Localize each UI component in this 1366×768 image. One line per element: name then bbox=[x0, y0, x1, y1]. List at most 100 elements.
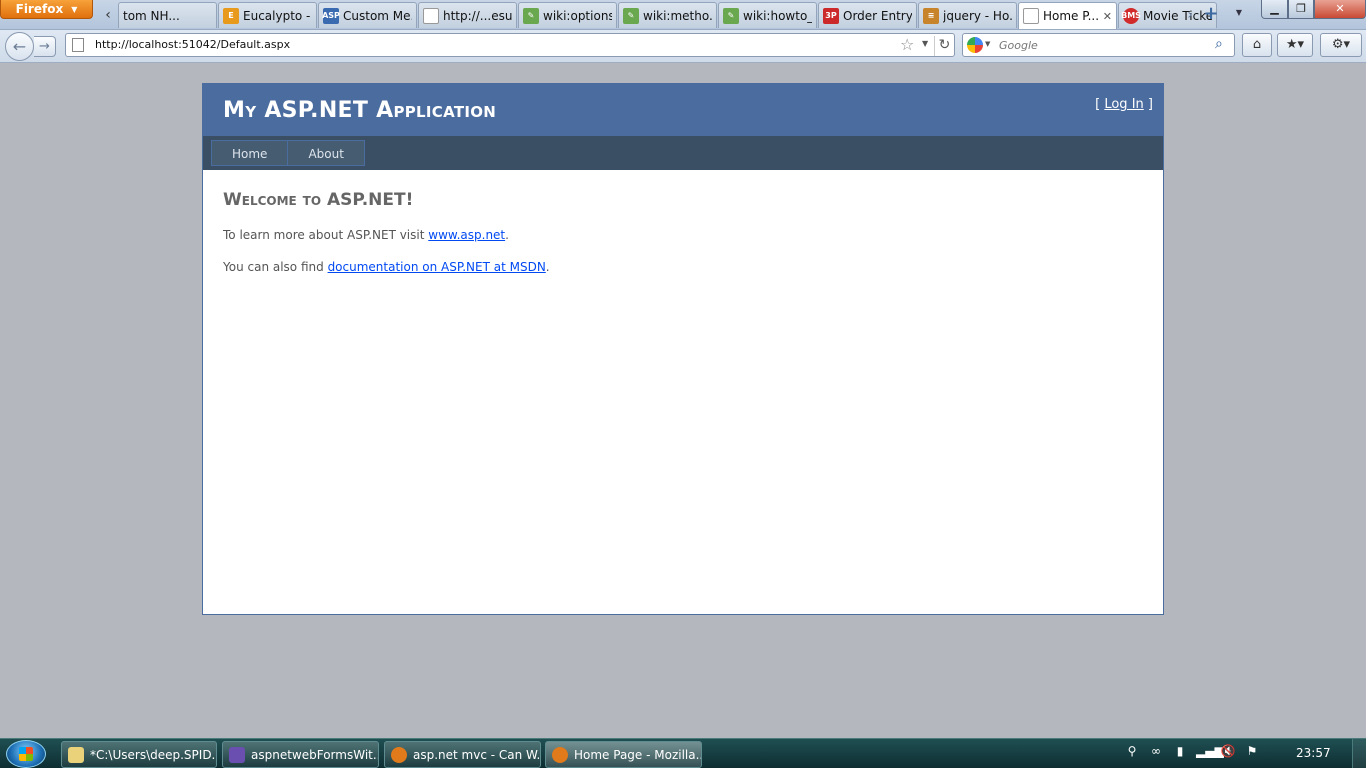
tab-title: http://...esults bbox=[443, 8, 512, 23]
page-icon bbox=[423, 7, 439, 24]
msdn-documentation-link[interactable]: documentation on ASP.NET at MSDN bbox=[328, 260, 546, 274]
paragraph-text: To learn more about ASP.NET visit bbox=[223, 228, 429, 242]
main-menu: Home About bbox=[211, 140, 365, 166]
taskbar-item-visual-studio[interactable]: aspnetwebFormsWit... bbox=[222, 741, 379, 768]
paragraph-learn-more: To learn more about ASP.NET visit www.as… bbox=[223, 228, 1123, 242]
taskbar-item-label: aspnetwebFormsWit... bbox=[251, 747, 379, 762]
windows-taskbar: *C:\Users\deep.SPID... aspnetwebFormsWit… bbox=[0, 738, 1366, 768]
tab-4[interactable]: ✎ wiki:options... bbox=[518, 2, 617, 28]
site-title: My ASP.NET Application bbox=[223, 98, 497, 123]
tab-title: Order Entry bbox=[843, 8, 912, 23]
taskbar-item-label: Home Page - Mozilla... bbox=[574, 747, 702, 762]
asp-icon: ASP bbox=[322, 7, 340, 24]
taskbar-item-label: asp.net mvc - Can W... bbox=[413, 747, 541, 762]
firefox-icon bbox=[391, 746, 407, 763]
tab-3[interactable]: http://...esults bbox=[418, 2, 517, 28]
paragraph-end: . bbox=[505, 228, 509, 242]
minimize-button[interactable]: ▁ bbox=[1261, 0, 1288, 19]
back-button[interactable]: ← bbox=[5, 32, 34, 61]
chevron-down-icon[interactable]: ▼ bbox=[985, 40, 990, 48]
url-bar[interactable]: http://localhost:51042/Default.aspx ☆ ▼ … bbox=[65, 33, 955, 57]
search-bar[interactable]: ▼ Google ⌕ bbox=[962, 33, 1235, 57]
tab-title: Eucalypto - ... bbox=[243, 8, 312, 23]
login-bracket-open: [ bbox=[1095, 97, 1105, 112]
navigation-toolbar: ← → http://localhost:51042/Default.aspx … bbox=[0, 30, 1366, 63]
maximize-button[interactable]: ❐ bbox=[1288, 0, 1314, 19]
home-button[interactable]: ⌂ bbox=[1242, 33, 1272, 57]
close-icon[interactable]: ✕ bbox=[1103, 10, 1112, 23]
tab-6[interactable]: ✎ wiki:howto_... bbox=[718, 2, 817, 28]
firefox-menu-button[interactable]: Firefox ▼ bbox=[0, 0, 93, 19]
tab-0[interactable]: tom NH... bbox=[118, 2, 217, 28]
paragraph-documentation: You can also find documentation on ASP.N… bbox=[223, 260, 1123, 274]
menu-item-about[interactable]: About bbox=[287, 140, 365, 166]
stackoverflow-icon: ≡ bbox=[923, 7, 939, 24]
tab-8[interactable]: ≡ jquery - Ho... bbox=[918, 2, 1017, 28]
firefox-icon bbox=[552, 746, 568, 763]
power-icon[interactable]: ▮ bbox=[1172, 743, 1188, 759]
menu-item-home[interactable]: Home bbox=[211, 140, 288, 166]
tab-9-active[interactable]: Home P... ✕ bbox=[1018, 2, 1117, 29]
close-window-button[interactable]: ✕ bbox=[1314, 0, 1366, 19]
eucalypto-icon: E bbox=[223, 7, 239, 24]
tab-title: wiki:howto_... bbox=[743, 8, 812, 23]
chevron-down-icon[interactable]: ▼ bbox=[922, 39, 928, 48]
bookmarks-button[interactable]: ★▾ bbox=[1277, 33, 1313, 57]
tab-title: tom NH... bbox=[123, 8, 180, 23]
page-icon bbox=[72, 38, 84, 52]
system-tray: ⚲ ∞ ▮ ▂▄▆ 🔇 ⚑ bbox=[1124, 743, 1260, 759]
paragraph-text: You can also find bbox=[223, 260, 328, 274]
taskbar-clock[interactable]: 23:57 bbox=[1296, 746, 1331, 760]
signal-icon[interactable]: ▂▄▆ bbox=[1196, 743, 1224, 759]
tab-2[interactable]: ASP Custom Me... bbox=[318, 2, 417, 28]
order-entry-icon: 3P bbox=[823, 7, 839, 24]
page-icon bbox=[1023, 8, 1039, 24]
login-link[interactable]: Log In bbox=[1104, 97, 1143, 112]
site-header: My ASP.NET Application [ Log In ] bbox=[203, 84, 1163, 136]
asp-net-link[interactable]: www.asp.net bbox=[428, 228, 505, 242]
taskbar-item-notepad[interactable]: *C:\Users\deep.SPID... bbox=[61, 741, 217, 768]
paragraph-end: . bbox=[545, 260, 550, 274]
taskbar-item-firefox-1[interactable]: asp.net mvc - Can W... bbox=[384, 741, 541, 768]
browser-viewport: My ASP.NET Application [ Log In ] Home A… bbox=[0, 64, 1366, 738]
search-icon[interactable]: ⌕ bbox=[1215, 36, 1223, 52]
action-center-flag-icon[interactable]: ⚑ bbox=[1244, 743, 1260, 759]
start-button[interactable] bbox=[6, 740, 46, 768]
tab-1[interactable]: E Eucalypto - ... bbox=[218, 2, 317, 28]
tab-strip: Firefox ▼ ‹ tom NH... E Eucalypto - ... … bbox=[0, 0, 1366, 30]
page-title: Welcome to ASP.NET! bbox=[223, 190, 414, 210]
tab-title: wiki:options... bbox=[543, 8, 612, 23]
new-tab-button[interactable]: + bbox=[1202, 5, 1220, 23]
reload-icon[interactable]: ↻ bbox=[934, 36, 954, 56]
tab-title: Custom Me... bbox=[343, 8, 412, 23]
login-bracket-close: ] bbox=[1143, 97, 1153, 112]
windows-logo-icon bbox=[19, 747, 33, 761]
show-desktop-button[interactable] bbox=[1352, 739, 1366, 768]
tab-5[interactable]: ✎ wiki:metho... bbox=[618, 2, 717, 28]
visual-studio-tray-icon[interactable]: ∞ bbox=[1148, 743, 1164, 759]
tab-title: wiki:metho... bbox=[643, 8, 712, 23]
network-tool-icon[interactable]: ⚲ bbox=[1124, 743, 1140, 759]
wiki-icon: ✎ bbox=[523, 7, 539, 24]
login-display: [ Log In ] bbox=[1095, 97, 1153, 112]
search-input[interactable]: Google bbox=[999, 39, 1038, 52]
wiki-icon: ✎ bbox=[623, 7, 639, 24]
tab-7[interactable]: 3P Order Entry bbox=[818, 2, 917, 28]
google-icon[interactable] bbox=[967, 37, 983, 53]
addon-button[interactable]: ⚙▾ bbox=[1320, 33, 1362, 57]
volume-muted-icon[interactable]: 🔇 bbox=[1220, 743, 1236, 759]
bookmark-star-icon[interactable]: ☆ bbox=[900, 35, 914, 54]
url-input[interactable]: http://localhost:51042/Default.aspx bbox=[95, 38, 290, 51]
tab-title: Home P... bbox=[1043, 9, 1099, 23]
chevron-down-icon: ▼ bbox=[71, 4, 78, 14]
tab-scroll-left-icon[interactable]: ‹ bbox=[101, 5, 115, 25]
tab-title: jquery - Ho... bbox=[943, 8, 1012, 23]
tab-scroll-right-icon[interactable]: › bbox=[1183, 5, 1197, 25]
firefox-menu-label: Firefox bbox=[15, 2, 64, 16]
main-content: Welcome to ASP.NET! To learn more about … bbox=[223, 190, 1123, 292]
wiki-icon: ✎ bbox=[723, 7, 739, 24]
taskbar-item-label: *C:\Users\deep.SPID... bbox=[90, 747, 217, 762]
forward-button[interactable]: → bbox=[34, 36, 56, 57]
taskbar-item-firefox-2[interactable]: Home Page - Mozilla... bbox=[545, 741, 702, 768]
list-all-tabs-icon[interactable]: ▼ bbox=[1233, 8, 1245, 20]
